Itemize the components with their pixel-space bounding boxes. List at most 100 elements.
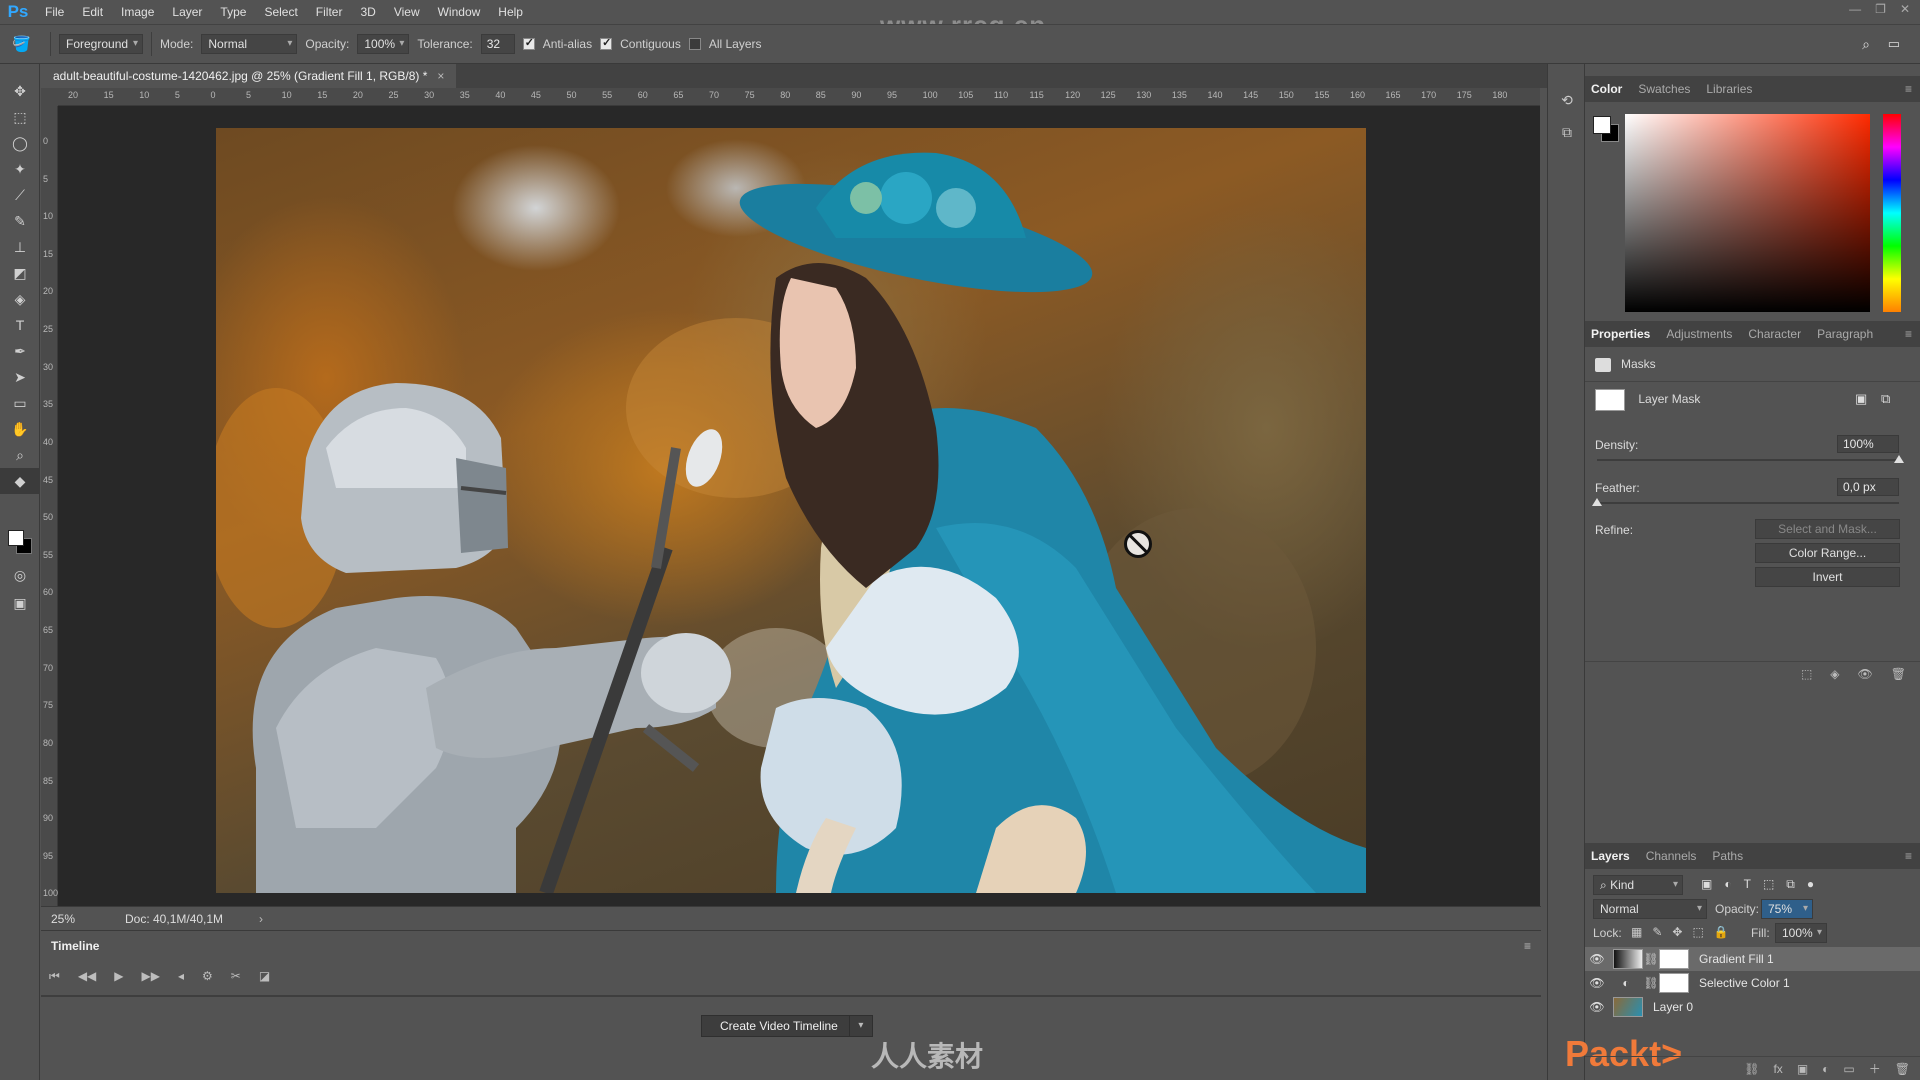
visibility-eye-icon[interactable]: 👁 [1858, 667, 1873, 681]
mode-dropdown[interactable]: Normal [201, 34, 298, 54]
tolerance-field[interactable]: 32 [480, 34, 515, 54]
invert-button[interactable]: Invert [1755, 567, 1900, 587]
color-range-button[interactable]: Color Range... [1755, 543, 1900, 563]
layer-opacity-field[interactable]: 75% [1761, 899, 1813, 919]
minimize-icon[interactable]: — [1849, 2, 1861, 16]
menu-window[interactable]: Window [429, 5, 490, 19]
filter-adjustment-icon[interactable]: ◐ [1724, 877, 1731, 892]
tab-paragraph[interactable]: Paragraph [1817, 327, 1873, 341]
eyedropper-tool-icon[interactable]: ⟋ [0, 182, 40, 208]
layer-name[interactable]: Layer 0 [1653, 1000, 1693, 1014]
layer-style-fx-icon[interactable]: fx [1773, 1062, 1782, 1076]
density-field[interactable]: 100% [1837, 435, 1899, 453]
filter-shape-icon[interactable]: ⬚ [1763, 877, 1774, 892]
audio-icon[interactable]: ◂ [178, 969, 184, 984]
filter-smart-object-icon[interactable]: ⧉ [1786, 877, 1795, 892]
fill-source-dropdown[interactable]: Foreground [59, 34, 143, 54]
select-and-mask-button[interactable]: Select and Mask... [1755, 519, 1900, 539]
lock-all-icon[interactable]: 🔒 [1714, 925, 1729, 939]
feather-field[interactable]: 0,0 px [1837, 478, 1899, 496]
path-selection-tool-icon[interactable]: ➤ [0, 364, 40, 390]
status-arrow-icon[interactable]: › [259, 912, 263, 926]
feather-slider-track[interactable] [1597, 502, 1899, 504]
layer-row-layer-0[interactable]: 👁 Layer 0 [1585, 995, 1920, 1019]
eraser-tool-icon[interactable]: ◩ [0, 260, 40, 286]
search-icon[interactable]: ⌕ [1862, 36, 1870, 53]
apply-mask-icon[interactable]: ◈ [1830, 667, 1839, 681]
split-scissors-icon[interactable]: ✂ [231, 969, 241, 984]
move-tool-icon[interactable]: ✥ [0, 78, 40, 104]
create-video-timeline-button[interactable]: Create Video Timeline [701, 1015, 873, 1037]
visibility-eye-icon[interactable]: 👁 [1585, 1000, 1609, 1014]
menu-view[interactable]: View [385, 5, 429, 19]
previous-frame-icon[interactable]: ◀◀ [78, 969, 96, 984]
shape-tool-icon[interactable]: ▭ [0, 390, 40, 416]
layer-mask-thumbnail[interactable] [1595, 389, 1625, 411]
layer-mask-row[interactable]: Layer Mask [1595, 389, 1700, 411]
vector-mask-icon[interactable]: ⧉ [1881, 391, 1890, 407]
tab-adjustments[interactable]: Adjustments [1666, 327, 1732, 341]
tab-swatches[interactable]: Swatches [1638, 82, 1690, 96]
add-mask-icon[interactable]: ▣ [1797, 1062, 1808, 1076]
delete-mask-icon[interactable]: 🗑 [1891, 667, 1906, 681]
tab-color[interactable]: Color [1591, 82, 1622, 96]
menu-select[interactable]: Select [255, 5, 306, 19]
lock-transparent-icon[interactable]: ▦ [1631, 925, 1642, 939]
hue-slider[interactable] [1883, 114, 1901, 312]
pen-tool-icon[interactable]: ✒ [0, 338, 40, 364]
history-panel-icon[interactable]: ⟲ [1548, 84, 1586, 116]
menu-image[interactable]: Image [112, 5, 163, 19]
canvas-area[interactable] [58, 106, 1540, 906]
blend-mode-dropdown[interactable]: Normal [1593, 899, 1707, 919]
magic-wand-tool-icon[interactable]: ✦ [0, 156, 40, 182]
lock-position-icon[interactable]: ✥ [1672, 925, 1682, 939]
stamp-tool-icon[interactable]: ⊥ [0, 234, 40, 260]
quick-mask-icon[interactable]: ◎ [0, 562, 40, 588]
load-selection-icon[interactable]: ⬚ [1801, 667, 1812, 681]
tab-paths[interactable]: Paths [1712, 849, 1743, 863]
delete-layer-icon[interactable]: 🗑 [1895, 1062, 1910, 1076]
menu-file[interactable]: File [36, 5, 73, 19]
menu-edit[interactable]: Edit [73, 5, 112, 19]
color-picker-field[interactable] [1625, 114, 1870, 312]
lasso-tool-icon[interactable]: ◯ [0, 130, 40, 156]
contiguous-checkbox[interactable] [600, 36, 613, 50]
workspace-icon[interactable]: ▭ [1888, 36, 1900, 52]
lock-pixels-icon[interactable]: ✎ [1652, 925, 1662, 939]
type-tool-icon[interactable]: T [0, 312, 40, 338]
menu-3d[interactable]: 3D [351, 5, 384, 19]
clone-source-icon[interactable]: ⧉ [1548, 116, 1586, 148]
tab-properties[interactable]: Properties [1591, 327, 1650, 341]
new-layer-icon[interactable]: ＋ [1869, 1060, 1881, 1077]
close-tab-icon[interactable]: × [437, 69, 444, 83]
all-layers-checkbox[interactable] [688, 38, 701, 50]
color-panel-foreground-swatch[interactable] [1593, 116, 1611, 134]
restore-icon[interactable]: ❐ [1875, 2, 1886, 16]
layer-mask-thumbnail[interactable] [1659, 949, 1689, 969]
first-frame-icon[interactable]: ⏮ [49, 969, 60, 984]
tab-channels[interactable]: Channels [1646, 849, 1697, 863]
opacity-field[interactable]: 100% [357, 34, 410, 54]
tab-libraries[interactable]: Libraries [1706, 82, 1752, 96]
screen-mode-icon[interactable]: ▣ [0, 590, 40, 616]
gradient-tool-icon[interactable]: ◈ [0, 286, 40, 312]
layer-filter-dropdown[interactable]: ⌕ Kind [1593, 875, 1683, 895]
play-icon[interactable]: ▶ [114, 969, 123, 984]
filter-toggle-icon[interactable]: ● [1807, 877, 1814, 892]
foreground-color-swatch[interactable] [8, 530, 24, 546]
filter-type-icon[interactable]: T [1744, 877, 1751, 892]
antialias-checkbox[interactable] [522, 36, 535, 50]
tab-character[interactable]: Character [1748, 327, 1801, 341]
visibility-eye-icon[interactable]: 👁 [1585, 976, 1609, 990]
layer-row-gradient-fill[interactable]: 👁 ⛓ Gradient Fill 1 [1585, 947, 1920, 971]
close-window-icon[interactable]: ✕ [1900, 2, 1910, 16]
density-slider-knob[interactable] [1894, 455, 1904, 463]
hand-tool-icon[interactable]: ✋ [0, 416, 40, 442]
link-layers-icon[interactable]: ⛓ [1744, 1062, 1759, 1076]
brush-tool-icon[interactable]: ✎ [0, 208, 40, 234]
settings-gear-icon[interactable]: ⚙ [202, 969, 213, 984]
zoom-level[interactable]: 25% [51, 912, 101, 926]
filter-pixel-icon[interactable]: ▣ [1701, 877, 1712, 892]
next-frame-icon[interactable]: ▶▶ [142, 969, 160, 984]
menu-filter[interactable]: Filter [307, 5, 352, 19]
